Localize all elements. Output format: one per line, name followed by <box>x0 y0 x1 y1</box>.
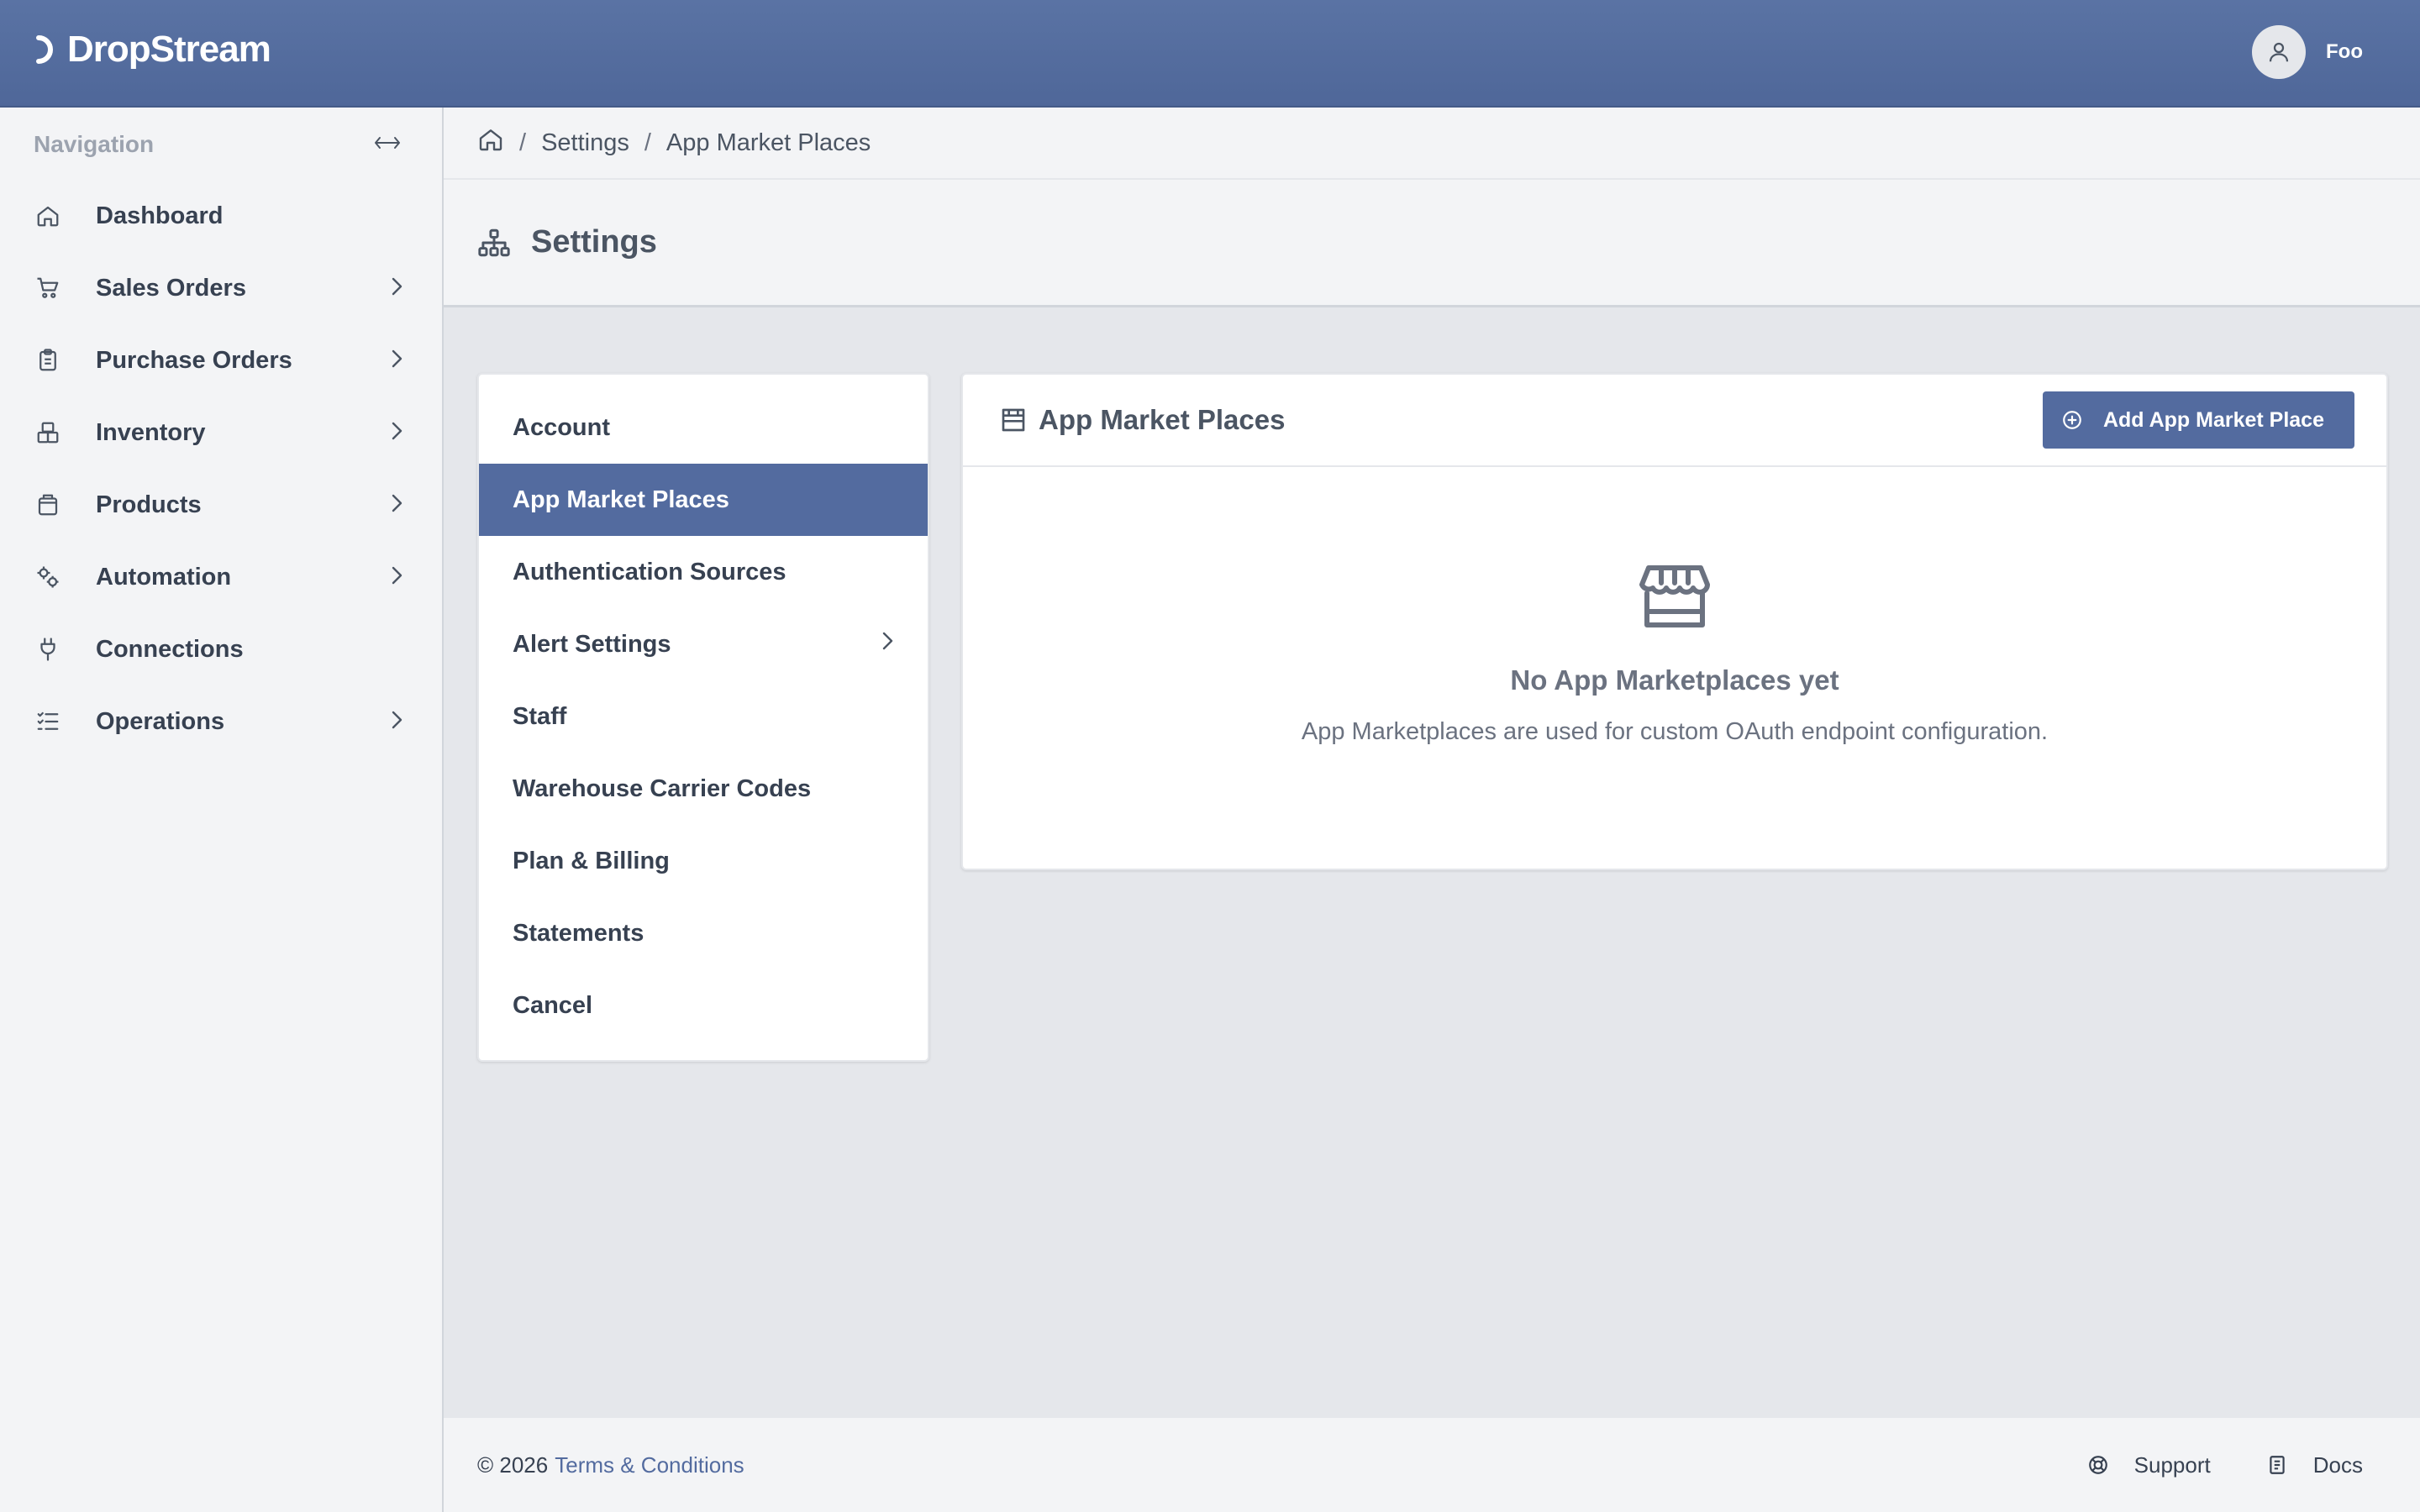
page-title: Settings <box>531 224 657 260</box>
sidebar-item-purchase-orders[interactable]: Purchase Orders <box>0 324 442 396</box>
empty-state-title: No App Marketplaces yet <box>1510 664 1839 696</box>
nav-title: Navigation <box>34 131 155 157</box>
sidebar-item-label: Dashboard <box>96 202 224 229</box>
chevron-right-icon <box>388 418 405 448</box>
nav-header: Navigation <box>34 131 402 158</box>
terms-link[interactable]: Terms & Conditions <box>555 1452 744 1478</box>
settings-menu-plan-billing[interactable]: Plan & Billing <box>479 825 928 897</box>
settings-menu-statements[interactable]: Statements <box>479 897 928 969</box>
support-link[interactable]: Support <box>2087 1452 2211 1478</box>
boxes-icon <box>34 418 62 447</box>
add-button-label: Add App Market Place <box>2102 407 2324 432</box>
sidebar-item-inventory[interactable]: Inventory <box>0 396 442 469</box>
storefront-icon <box>963 564 2386 633</box>
brand-logo[interactable]: DropStream <box>34 29 271 71</box>
lifebuoy-icon <box>2088 1456 2107 1474</box>
settings-menu-label: Warehouse Carrier Codes <box>513 774 812 802</box>
user-name[interactable]: Foo <box>2326 40 2363 64</box>
sitemap-icon <box>478 228 510 256</box>
breadcrumb: / Settings / App Market Places <box>444 108 2420 180</box>
list-check-icon <box>34 707 62 736</box>
sidebar-item-dashboard[interactable]: Dashboard <box>0 180 442 252</box>
breadcrumb-separator: / <box>519 129 527 156</box>
empty-state: No App Marketplaces yet App Marketplaces… <box>963 467 2386 746</box>
cart-icon <box>34 274 62 302</box>
settings-menu-authentication-sources[interactable]: Authentication Sources <box>479 536 928 608</box>
settings-menu-label: Alert Settings <box>513 630 671 658</box>
plug-icon <box>34 635 62 664</box>
user-menu[interactable]: Foo <box>2252 25 2363 79</box>
sidebar-item-label: Products <box>96 491 202 518</box>
settings-menu-label: Cancel <box>513 991 593 1019</box>
sidebar-item-connections[interactable]: Connections <box>0 613 442 685</box>
settings-menu-app-market-places[interactable]: App Market Places <box>479 464 928 536</box>
chevron-right-icon <box>388 563 405 592</box>
settings-menu-label: Statements <box>513 919 644 947</box>
sidebar-item-operations[interactable]: Operations <box>0 685 442 758</box>
chevron-right-icon <box>388 491 405 520</box>
gears-icon <box>34 563 62 591</box>
settings-menu-label: Account <box>513 413 610 441</box>
sidebar-item-products[interactable]: Products <box>0 469 442 541</box>
sidebar-item-sales-orders[interactable]: Sales Orders <box>0 252 442 324</box>
settings-menu-label: Staff <box>513 702 567 730</box>
chevron-right-icon <box>388 707 405 737</box>
sidebar-item-label: Purchase Orders <box>96 346 292 374</box>
panel-header: App Market Places Add App Market Place <box>963 375 2386 467</box>
settings-menu-warehouse-carrier-codes[interactable]: Warehouse Carrier Codes <box>479 753 928 825</box>
sidebar-item-label: Automation <box>96 563 232 591</box>
settings-menu-alert-settings[interactable]: Alert Settings <box>479 608 928 680</box>
sidebar: Navigation Dashboard Sales Orders Purcha… <box>0 108 444 1512</box>
sidebar-item-label: Operations <box>96 707 225 735</box>
settings-menu-cancel[interactable]: Cancel <box>479 969 928 1042</box>
settings-menu-account[interactable]: Account <box>479 391 928 464</box>
plus-circle-icon <box>2063 411 2081 429</box>
breadcrumb-settings[interactable]: Settings <box>541 129 629 157</box>
copyright: © 2026 <box>477 1452 549 1478</box>
collapse-sidebar-icon[interactable] <box>373 134 402 155</box>
user-icon <box>2269 42 2289 62</box>
settings-menu-label: Plan & Billing <box>513 847 670 874</box>
settings-menu-staff[interactable]: Staff <box>479 680 928 753</box>
logo-mark-icon <box>36 35 53 64</box>
sidebar-item-label: Inventory <box>96 418 206 446</box>
breadcrumb-separator: / <box>644 129 651 156</box>
avatar[interactable] <box>2252 25 2307 79</box>
panel-title: App Market Places <box>1039 404 1286 435</box>
settings-menu: Account App Market Places Authentication… <box>477 373 929 1062</box>
docs-link[interactable]: Docs <box>2266 1452 2363 1478</box>
chevron-right-icon <box>879 628 896 660</box>
top-bar: DropStream Foo <box>0 0 2420 108</box>
package-icon <box>34 491 62 519</box>
home-icon[interactable] <box>477 126 504 160</box>
brand-name: DropStream <box>67 29 271 70</box>
nav-list: Dashboard Sales Orders Purchase Orders I… <box>0 180 442 758</box>
support-label: Support <box>2133 1452 2211 1478</box>
home-icon <box>34 202 62 230</box>
docs-label: Docs <box>2312 1452 2363 1478</box>
sidebar-item-label: Sales Orders <box>96 274 246 302</box>
add-app-market-place-button[interactable]: Add App Market Place <box>2042 391 2354 449</box>
page-header: Settings <box>444 180 2420 307</box>
store-icon <box>1002 408 1025 432</box>
book-icon <box>2270 1456 2285 1474</box>
sidebar-item-label: Connections <box>96 635 244 663</box>
settings-menu-label: App Market Places <box>513 486 729 513</box>
sidebar-item-automation[interactable]: Automation <box>0 541 442 613</box>
settings-menu-label: Authentication Sources <box>513 558 786 585</box>
app-market-places-panel: App Market Places Add App Market Place N… <box>961 373 2388 870</box>
chevron-right-icon <box>388 346 405 375</box>
clipboard-icon <box>34 346 62 375</box>
chevron-right-icon <box>388 274 405 303</box>
breadcrumb-current: App Market Places <box>666 129 871 156</box>
empty-state-description: App Marketplaces are used for custom OAu… <box>1301 718 2049 745</box>
footer: © 2026 Terms & Conditions Support Docs <box>444 1416 2420 1512</box>
